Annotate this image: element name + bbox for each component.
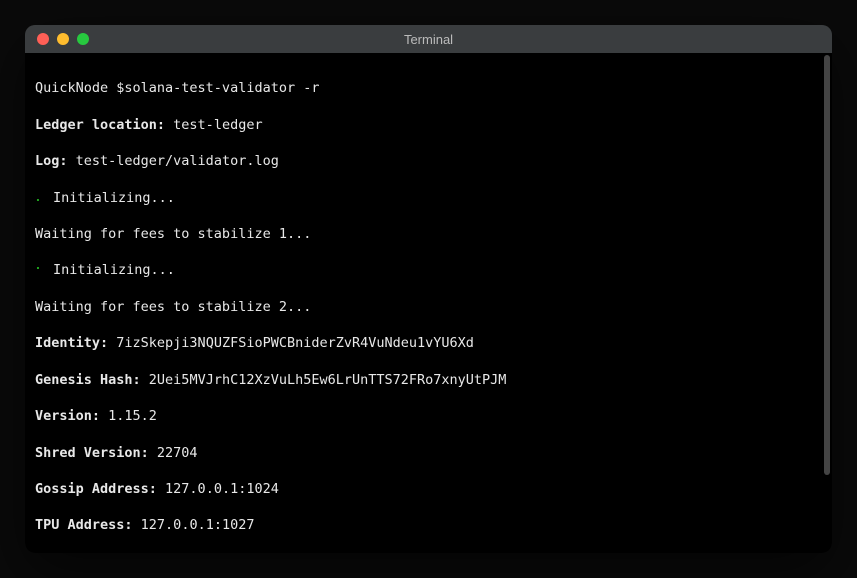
maximize-icon[interactable] [77,33,89,45]
identity-value: 7izSkepji3NQUZFSioPWCBniderZvR4VuNdeu1vY… [108,335,474,351]
version-value: 1.15.2 [100,408,157,424]
gossip-value: 127.0.0.1:1024 [157,481,279,497]
log-value: test-ledger/validator.log [68,153,279,169]
spinner-icon: ⠂ [35,262,45,278]
terminal-body[interactable]: QuickNode $solana-test-validator -r Ledg… [25,53,832,553]
scrollbar[interactable] [824,55,830,475]
tpu-label: TPU Address: [35,517,133,533]
wait-line-1: Waiting for fees to stabilize 1... [35,225,822,243]
shred-label: Shred Version: [35,445,149,461]
shred-value: 22704 [149,445,198,461]
close-icon[interactable] [37,33,49,45]
init-line-2: ⠂ Initializing... [35,261,822,279]
ledger-value: test-ledger [165,117,263,133]
titlebar: Terminal [25,25,832,53]
terminal-window: Terminal QuickNode $solana-test-validato… [25,25,832,553]
init-line-1: ⠄ Initializing... [35,189,822,207]
wait-line-2: Waiting for fees to stabilize 2... [35,298,822,316]
init-text: Initializing... [45,262,175,278]
identity-label: Identity: [35,335,108,351]
init-text: Initializing... [45,190,175,206]
version-line: Version: 1.15.2 [35,407,822,425]
tpu-value: 127.0.0.1:1027 [133,517,255,533]
gossip-line: Gossip Address: 127.0.0.1:1024 [35,480,822,498]
ledger-label: Ledger location: [35,117,165,133]
genesis-value: 2Uei5MVJrhC12XzVuLh5Ew6LrUnTTS72FRo7xnyU… [141,372,507,388]
minimize-icon[interactable] [57,33,69,45]
prompt-line: QuickNode $solana-test-validator -r [35,79,822,97]
shred-line: Shred Version: 22704 [35,444,822,462]
identity-line: Identity: 7izSkepji3NQUZFSioPWCBniderZvR… [35,334,822,352]
genesis-line: Genesis Hash: 2Uei5MVJrhC12XzVuLh5Ew6LrU… [35,371,822,389]
log-label: Log: [35,153,68,169]
gossip-label: Gossip Address: [35,481,157,497]
log-line: Log: test-ledger/validator.log [35,152,822,170]
genesis-label: Genesis Hash: [35,372,141,388]
window-title: Terminal [404,32,453,47]
traffic-lights [37,33,89,45]
spinner-icon: ⠄ [35,190,45,206]
tpu-line: TPU Address: 127.0.0.1:1027 [35,516,822,534]
version-label: Version: [35,408,100,424]
ledger-line: Ledger location: test-ledger [35,116,822,134]
